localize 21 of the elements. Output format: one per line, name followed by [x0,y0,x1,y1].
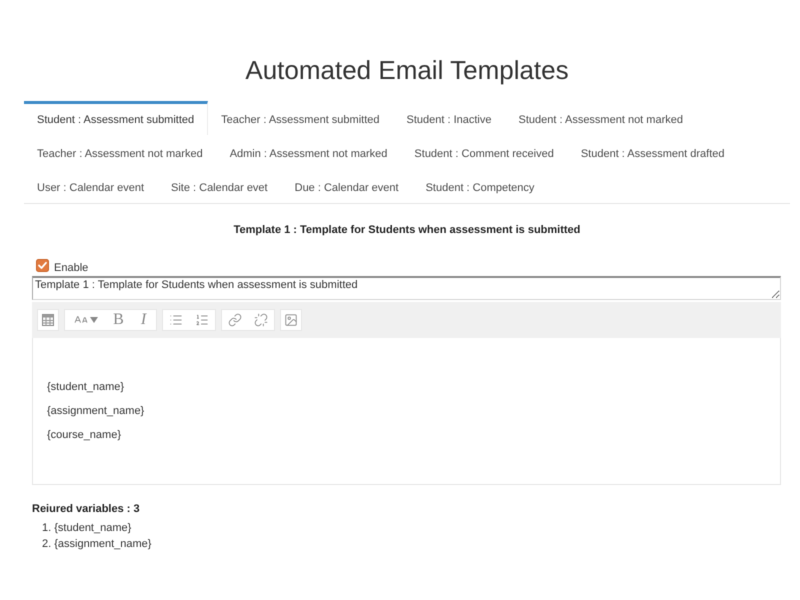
tab[interactable]: Student : Assessment submitted [24,101,208,135]
variable-list-item: 2. {assignment_name} [42,537,152,552]
link-icon [228,313,242,327]
subject-field[interactable]: Template 1 : Template for Students when assessment is submitted [32,276,781,300]
checkbox-label: Enable [54,262,88,275]
template-variable: {assignment_name} [47,404,146,418]
image-icon [284,313,298,327]
table-icon [42,314,54,326]
unlink-icon [254,313,268,327]
template-heading: Template 1 : Template for Students when assessment is submitted [232,223,582,237]
caret-icon [90,317,98,323]
page-title: Automated Email Templates [244,54,570,86]
bold-button[interactable]: B [106,310,131,330]
numbered-list-icon [195,313,209,327]
template-variable: {student_name} [47,380,126,394]
editor-body[interactable]: {student_name} {assignment_name} {course_name} [32,338,781,485]
italic-button[interactable]: I [131,310,156,330]
required-variables-heading: Reiured variables : 3 [32,502,141,516]
variable-list-item: 1. {student_name} [42,521,132,536]
checkbox[interactable] [36,259,49,272]
template-variable: {course_name} [47,428,122,442]
